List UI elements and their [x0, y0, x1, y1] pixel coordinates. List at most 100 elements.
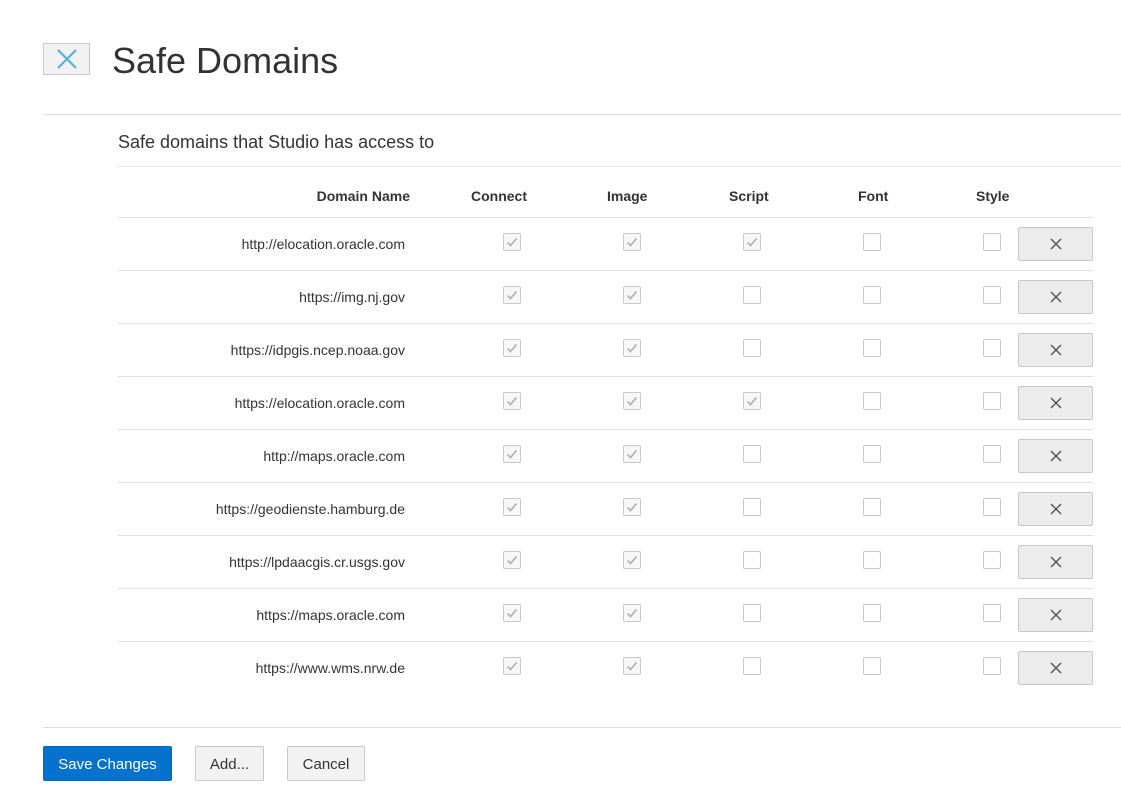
image-checkbox[interactable]	[623, 392, 641, 410]
script-checkbox[interactable]	[743, 233, 761, 251]
table-row: https://elocation.oracle.com	[118, 377, 1093, 430]
style-checkbox[interactable]	[983, 339, 1001, 357]
remove-domain-button[interactable]	[1018, 333, 1093, 367]
remove-domain-button[interactable]	[1018, 227, 1093, 261]
font-checkbox[interactable]	[863, 551, 881, 569]
image-checkbox[interactable]	[623, 657, 641, 675]
checkmark-icon	[746, 396, 758, 406]
image-checkbox[interactable]	[623, 445, 641, 463]
image-checkbox[interactable]	[623, 233, 641, 251]
save-changes-button[interactable]: Save Changes	[43, 746, 172, 781]
script-checkbox[interactable]	[743, 604, 761, 622]
font-checkbox[interactable]	[863, 392, 881, 410]
table-row: https://lpdaacgis.cr.usgs.gov	[118, 536, 1093, 589]
close-icon	[56, 49, 77, 69]
image-checkbox[interactable]	[623, 604, 641, 622]
checkmark-icon	[746, 237, 758, 247]
close-button[interactable]	[43, 43, 90, 75]
domain-name-cell: http://elocation.oracle.com	[241, 236, 405, 252]
close-icon	[1050, 450, 1061, 462]
script-checkbox[interactable]	[743, 339, 761, 357]
checkmark-icon	[626, 449, 638, 459]
font-checkbox[interactable]	[863, 286, 881, 304]
checkmark-icon	[626, 343, 638, 353]
close-icon	[1050, 609, 1061, 621]
table-row: https://www.wms.nrw.de	[118, 642, 1093, 694]
script-checkbox[interactable]	[743, 445, 761, 463]
connect-checkbox[interactable]	[503, 392, 521, 410]
divider	[43, 727, 1121, 728]
add-button[interactable]: Add...	[195, 746, 264, 781]
table-row: http://elocation.oracle.com	[118, 218, 1093, 271]
connect-checkbox[interactable]	[503, 657, 521, 675]
remove-domain-button[interactable]	[1018, 545, 1093, 579]
checkmark-icon	[626, 290, 638, 300]
checkmark-icon	[506, 555, 518, 565]
domain-name-cell: https://img.nj.gov	[299, 289, 405, 305]
column-header-domain-name: Domain Name	[316, 188, 410, 204]
connect-checkbox[interactable]	[503, 286, 521, 304]
table-body: http://elocation.oracle.com https://img.n…	[118, 218, 1093, 694]
image-checkbox[interactable]	[623, 339, 641, 357]
script-checkbox[interactable]	[743, 392, 761, 410]
checkmark-icon	[506, 237, 518, 247]
checkmark-icon	[626, 237, 638, 247]
connect-checkbox[interactable]	[503, 604, 521, 622]
font-checkbox[interactable]	[863, 604, 881, 622]
checkmark-icon	[506, 502, 518, 512]
domain-name-cell: https://lpdaacgis.cr.usgs.gov	[229, 554, 405, 570]
font-checkbox[interactable]	[863, 233, 881, 251]
connect-checkbox[interactable]	[503, 445, 521, 463]
style-checkbox[interactable]	[983, 233, 1001, 251]
close-icon	[1050, 397, 1061, 409]
remove-domain-button[interactable]	[1018, 439, 1093, 473]
font-checkbox[interactable]	[863, 445, 881, 463]
font-checkbox[interactable]	[863, 657, 881, 675]
domain-name-cell: https://geodienste.hamburg.de	[215, 501, 405, 517]
connect-checkbox[interactable]	[503, 498, 521, 516]
remove-domain-button[interactable]	[1018, 598, 1093, 632]
script-checkbox[interactable]	[743, 657, 761, 675]
image-checkbox[interactable]	[623, 551, 641, 569]
page-title: Safe Domains	[112, 40, 339, 81]
style-checkbox[interactable]	[983, 392, 1001, 410]
close-icon	[1050, 344, 1061, 356]
remove-domain-button[interactable]	[1018, 280, 1093, 314]
script-checkbox[interactable]	[743, 551, 761, 569]
script-checkbox[interactable]	[743, 498, 761, 516]
connect-checkbox[interactable]	[503, 339, 521, 357]
domain-name-cell: http://maps.oracle.com	[263, 448, 405, 464]
table-row: http://maps.oracle.com	[118, 430, 1093, 483]
style-checkbox[interactable]	[983, 657, 1001, 675]
table-row: https://geodienste.hamburg.de	[118, 483, 1093, 536]
remove-domain-button[interactable]	[1018, 386, 1093, 420]
style-checkbox[interactable]	[983, 445, 1001, 463]
style-checkbox[interactable]	[983, 286, 1001, 304]
font-checkbox[interactable]	[863, 339, 881, 357]
checkmark-icon	[506, 290, 518, 300]
table-header: Domain Name Connect Image Script Font St…	[118, 167, 1093, 218]
column-header-font: Font	[858, 188, 889, 204]
remove-domain-button[interactable]	[1018, 651, 1093, 685]
table-row: https://img.nj.gov	[118, 271, 1093, 324]
section-subtitle: Safe domains that Studio has access to	[118, 132, 435, 152]
domain-name-cell: https://www.wms.nrw.de	[255, 660, 405, 676]
connect-checkbox[interactable]	[503, 233, 521, 251]
image-checkbox[interactable]	[623, 498, 641, 516]
cancel-button[interactable]: Cancel	[287, 746, 365, 781]
safe-domains-dialog: Safe Domains Safe domains that Studio ha…	[0, 0, 1121, 792]
checkmark-icon	[506, 608, 518, 618]
style-checkbox[interactable]	[983, 551, 1001, 569]
style-checkbox[interactable]	[983, 604, 1001, 622]
column-header-connect: Connect	[471, 188, 527, 204]
close-icon	[1050, 662, 1061, 674]
remove-domain-button[interactable]	[1018, 492, 1093, 526]
connect-checkbox[interactable]	[503, 551, 521, 569]
image-checkbox[interactable]	[623, 286, 641, 304]
script-checkbox[interactable]	[743, 286, 761, 304]
domains-table: Domain Name Connect Image Script Font St…	[118, 167, 1093, 694]
style-checkbox[interactable]	[983, 498, 1001, 516]
checkmark-icon	[626, 502, 638, 512]
checkmark-icon	[506, 396, 518, 406]
font-checkbox[interactable]	[863, 498, 881, 516]
